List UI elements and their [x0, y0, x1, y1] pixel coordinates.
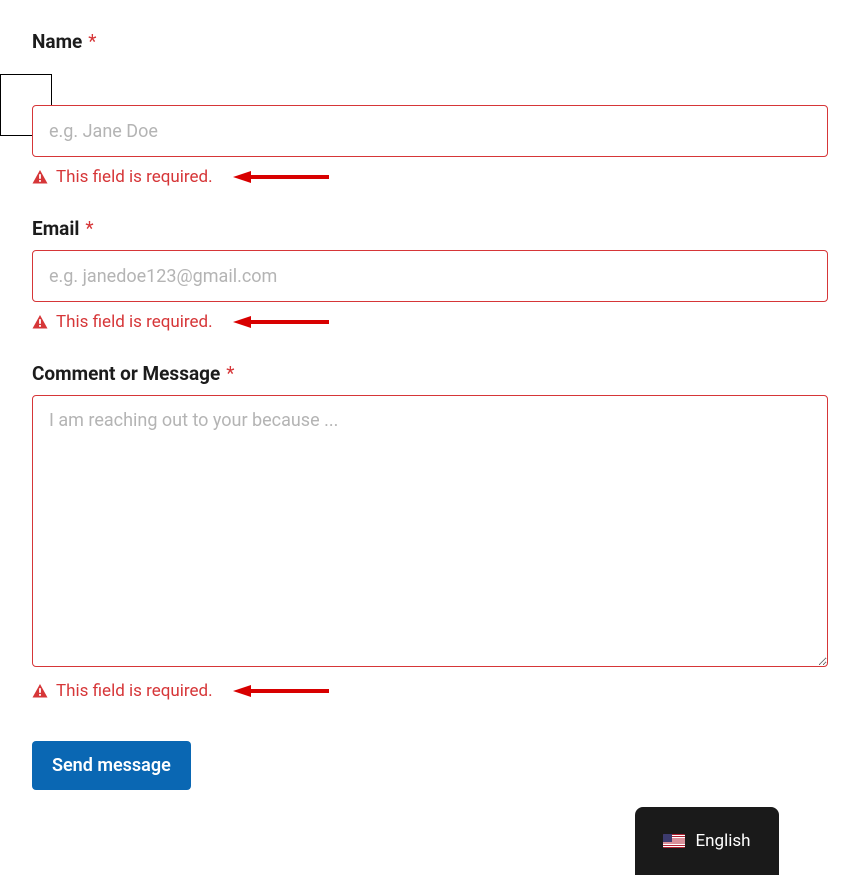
- name-error-text: This field is required.: [56, 167, 213, 187]
- message-label-row: Comment or Message *: [32, 362, 837, 385]
- warning-icon: [32, 314, 48, 330]
- submit-button[interactable]: Send message: [32, 741, 191, 790]
- required-asterisk: *: [226, 362, 234, 385]
- email-error-text: This field is required.: [56, 312, 213, 332]
- us-flag-icon: [663, 834, 685, 848]
- name-input[interactable]: [32, 105, 828, 157]
- email-label: Email: [32, 217, 79, 240]
- language-label: English: [695, 831, 750, 851]
- name-label: Name: [32, 30, 82, 53]
- email-label-row: Email *: [32, 217, 837, 240]
- form-group-email: Email * This field is required.: [32, 217, 837, 332]
- arrow-annotation: [233, 170, 329, 184]
- submit-row: Send message: [32, 741, 837, 790]
- arrow-annotation: [233, 684, 329, 698]
- message-error-row: This field is required.: [32, 681, 837, 701]
- warning-icon: [32, 169, 48, 185]
- language-switcher[interactable]: English: [635, 807, 779, 875]
- name-label-row: Name *: [32, 30, 837, 53]
- message-error-text: This field is required.: [56, 681, 213, 701]
- warning-icon: [32, 683, 48, 699]
- arrow-annotation: [233, 315, 329, 329]
- form-group-message: Comment or Message * This field is requi…: [32, 362, 837, 701]
- required-asterisk: *: [85, 217, 93, 240]
- email-input[interactable]: [32, 250, 828, 302]
- form-group-name: Name * This field is required.: [32, 30, 837, 187]
- email-error-row: This field is required.: [32, 312, 837, 332]
- name-error-row: This field is required.: [32, 167, 837, 187]
- message-textarea[interactable]: [32, 395, 828, 667]
- required-asterisk: *: [88, 30, 96, 53]
- message-label: Comment or Message: [32, 362, 220, 385]
